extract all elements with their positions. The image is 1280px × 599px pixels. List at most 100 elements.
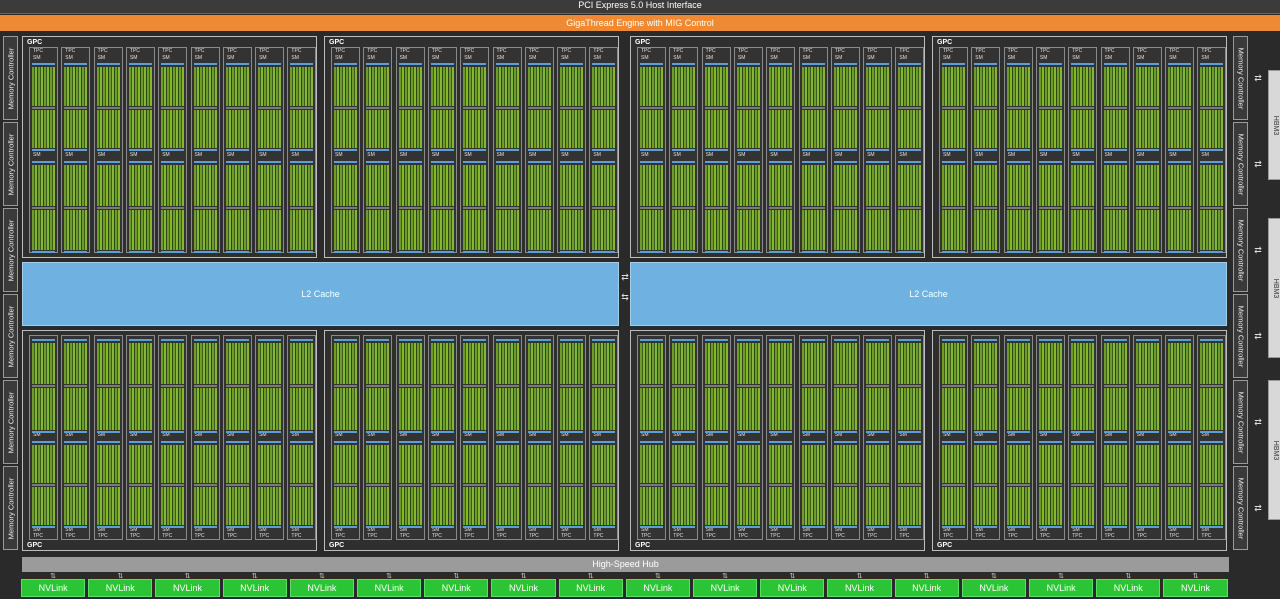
cache-bar <box>1200 483 1224 486</box>
pcie-host-interface: PCI Express 5.0 Host Interface <box>0 0 1280 14</box>
sm-label: SM <box>65 55 73 61</box>
register-file-bar <box>290 526 314 528</box>
tpc-block: TPC SM SM <box>895 47 925 253</box>
tpc-label: TPC <box>802 48 813 54</box>
register-file-bar <box>942 149 965 151</box>
tpc-label: TPC <box>65 48 76 54</box>
cache-bar <box>1135 106 1159 109</box>
register-file-bar <box>974 149 998 151</box>
cuda-core-array <box>334 209 357 250</box>
cuda-core-array <box>64 486 88 525</box>
sm-label: SM <box>1169 152 1177 158</box>
cuda-core-array <box>592 67 616 106</box>
tpc-block: TPC SM SM <box>1003 335 1033 540</box>
tpc-label: TPC <box>65 533 76 539</box>
register-file-bar <box>1103 161 1127 163</box>
cuda-core-array <box>1103 486 1127 525</box>
cache-bar <box>334 206 357 209</box>
cache-bar <box>898 106 922 109</box>
cache-bar <box>495 206 519 209</box>
register-file-bar <box>1038 440 1062 443</box>
cuda-core-array <box>430 67 454 106</box>
cuda-core-array <box>1071 209 1095 250</box>
sm-label: SM <box>899 431 907 438</box>
tpc-block: TPC SM SM <box>1165 335 1195 540</box>
cache-bar <box>560 206 584 209</box>
register-file-bar <box>161 440 185 443</box>
cache-bar <box>1168 385 1192 388</box>
cache-bar <box>1071 483 1095 486</box>
sm-label: SM <box>834 55 843 61</box>
register-file-bar <box>640 339 663 341</box>
sm-label: SM <box>1072 152 1080 158</box>
tpc-block: TPC SM SM <box>125 335 155 540</box>
register-file-bar <box>32 251 55 253</box>
sm-label: SM <box>561 152 569 158</box>
register-file-bar <box>1103 149 1127 151</box>
register-file-bar <box>769 63 793 65</box>
register-file-bar <box>32 149 55 151</box>
gpc-label: GPC <box>937 39 953 46</box>
register-file-bar <box>1103 430 1127 433</box>
register-file-bar <box>334 161 357 163</box>
tpc-label: TPC <box>673 48 684 54</box>
tpc-block: TPC SM SM <box>29 47 58 253</box>
tpc-label: TPC <box>1104 533 1115 539</box>
cache-bar <box>1071 385 1095 388</box>
register-file-bar <box>560 440 584 443</box>
sm-label: SM <box>899 152 907 158</box>
register-file-bar <box>1006 526 1030 528</box>
tpc-label: TPC <box>899 533 910 539</box>
register-file-bar <box>463 440 487 443</box>
cache-bar <box>258 483 282 486</box>
sm-label: SM <box>259 55 267 61</box>
memory-controller-label: Memory Controller <box>6 305 15 367</box>
sm-label: SM <box>194 527 203 533</box>
cuda-core-array <box>398 388 422 430</box>
cache-bar <box>430 206 454 209</box>
cache-bar <box>866 483 890 486</box>
cache-bar <box>225 206 249 209</box>
cuda-core-array <box>1006 343 1030 385</box>
sm-label: SM <box>867 55 875 61</box>
tpc-block: TPC SM SM <box>589 47 619 253</box>
cache-bar <box>592 206 616 209</box>
cuda-core-array <box>32 343 55 385</box>
cuda-core-array <box>866 165 890 206</box>
cuda-core-array <box>640 343 663 385</box>
cache-bar <box>974 483 998 486</box>
cuda-core-array <box>258 444 282 483</box>
cuda-core-array <box>942 486 965 525</box>
cuda-core-array <box>258 486 282 525</box>
tpc-label: TPC <box>399 533 410 539</box>
cache-bar <box>1200 385 1224 388</box>
cuda-core-array <box>560 343 584 385</box>
sm-label: SM <box>129 152 138 158</box>
register-file-bar <box>866 63 890 65</box>
register-file-bar <box>640 526 663 528</box>
sm-label: SM <box>194 152 203 158</box>
sm-label: SM <box>943 152 951 158</box>
sm-label: SM <box>528 431 537 438</box>
sm-label: SM <box>867 527 875 533</box>
sm-label: SM <box>496 55 505 61</box>
sm-label: SM <box>802 431 811 438</box>
register-file-bar <box>398 251 422 253</box>
cache-bar <box>704 483 728 486</box>
sm-label: SM <box>1007 152 1016 158</box>
sm-label: SM <box>1201 152 1209 158</box>
tpc-label: TPC <box>162 48 173 54</box>
register-file-bar <box>290 63 314 65</box>
nvlink-arrow-icon: ⇅ <box>386 573 393 580</box>
tpc-block: TPC SM SM <box>830 335 860 540</box>
register-file-bar <box>866 339 890 341</box>
register-file-bar <box>32 63 55 65</box>
memory-controller-left: Memory Controller <box>3 122 18 206</box>
register-file-bar <box>1168 440 1192 443</box>
cache-bar <box>398 483 422 486</box>
register-file-bar <box>495 251 519 253</box>
cache-bar <box>398 385 422 388</box>
cuda-core-array <box>290 165 314 206</box>
register-file-bar <box>290 161 314 163</box>
cache-bar <box>128 206 152 209</box>
